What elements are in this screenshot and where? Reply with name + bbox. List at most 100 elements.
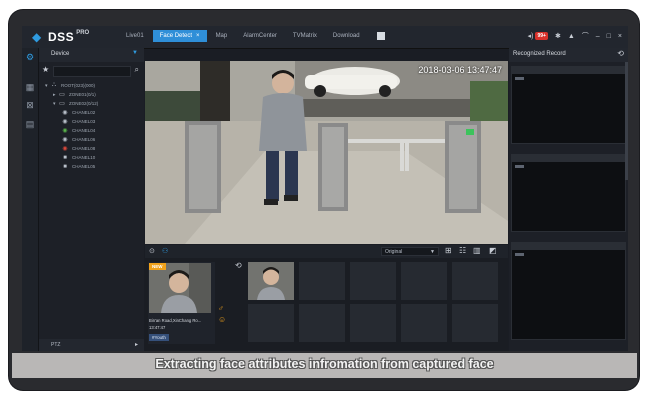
layout-columns-icon[interactable]: ▥: [473, 247, 482, 255]
device-panel-header: Device ▼: [39, 48, 144, 62]
tree-item-chanel02[interactable]: ◉ CHANEL02: [41, 108, 144, 117]
tree-item-root[interactable]: ▾ ⛬ ROOT(023)(000): [41, 81, 144, 90]
tab-face-detect[interactable]: Face Detect ×: [152, 30, 207, 42]
capture-panel: NEW Bin'an Road,XinChang Ro... 13:47:47 …: [145, 258, 508, 351]
device-panel-title: Device: [51, 51, 70, 57]
tree-item-chanel08[interactable]: ◉ CHANEL08: [41, 144, 144, 153]
edit-icon[interactable]: ◩: [489, 247, 498, 255]
close-window-icon[interactable]: ×: [618, 33, 622, 40]
network-icon[interactable]: ⌒: [582, 31, 589, 41]
minimize-icon[interactable]: –: [596, 33, 600, 40]
record-panel-title: Recognized Record: [513, 51, 566, 57]
capture-slot[interactable]: [350, 262, 396, 300]
captured-face-image: NEW: [149, 263, 211, 313]
tree-item-chanel06[interactable]: ◉ CHANEL06: [41, 135, 144, 144]
video-toolbar: ⊙ ⚇ Original ▼ ⊞ ☷ ▥ ◩: [145, 245, 508, 258]
app-edition: PRO: [76, 30, 90, 36]
chevron-down-icon[interactable]: ▼: [132, 50, 138, 56]
record-slot-marker: [515, 165, 524, 168]
record-slot-marker: [515, 253, 524, 256]
search-icon[interactable]: ⌕: [135, 65, 139, 75]
record-slot[interactable]: [511, 66, 626, 144]
tree-item-chanel03[interactable]: ◉ CHANEL03: [41, 117, 144, 126]
device-tree-icon[interactable]: ⚙: [25, 52, 35, 62]
live-video[interactable]: 2018-03-06 13:47:47: [145, 61, 508, 244]
tab-bar: Live01 Face Detect × Map AlarmCenter TVMa…: [119, 30, 385, 42]
tree-item-label: ZONE01(0/1): [69, 92, 96, 97]
add-tab-icon[interactable]: [376, 32, 385, 40]
gender-icon: ♂: [218, 304, 224, 313]
tree-item-chanel04[interactable]: ◉ CHANEL04: [41, 126, 144, 135]
folder-icon: ▭: [59, 101, 65, 107]
capture-card[interactable]: NEW Bin'an Road,XinChang Ro... 13:47:47 …: [148, 262, 215, 344]
tab-label: Face Detect: [159, 33, 193, 39]
capture-slot[interactable]: [299, 304, 345, 342]
capture-time: 13:47:47: [149, 325, 166, 330]
face-detect-icon[interactable]: ⚇: [162, 247, 168, 255]
tree-item-chanel10[interactable]: ■ CHANEL10: [41, 153, 144, 162]
capture-slot[interactable]: [401, 262, 447, 300]
left-rail: ⚙ ▦ ⊠ ▤: [22, 48, 39, 351]
capture-slot[interactable]: [350, 304, 396, 342]
camera-icon: ◉: [62, 110, 68, 116]
history-icon[interactable]: ⟲: [235, 261, 242, 270]
user-icon[interactable]: ▲: [568, 33, 575, 40]
image-icon[interactable]: ▦: [25, 82, 35, 92]
snapshot-icon[interactable]: ⊙: [149, 247, 155, 255]
tab-label: Live01: [126, 33, 144, 39]
layout-grid-icon[interactable]: ⊞: [445, 247, 454, 255]
ptz-label: PTZ: [51, 342, 61, 348]
camera-icon: ◉: [62, 119, 68, 125]
alarm-count-badge[interactable]: 99+: [535, 32, 548, 40]
close-icon[interactable]: ×: [196, 33, 200, 39]
capture-thumbnail[interactable]: [248, 262, 294, 300]
app-window: ◆ DSS PRO Live01 Face Detect × Map AlarmC…: [22, 26, 628, 351]
record-scrollbar[interactable]: [625, 62, 628, 180]
tab-live01[interactable]: Live01: [119, 30, 151, 42]
chevron-right-icon[interactable]: ▸: [135, 341, 138, 348]
capture-slot[interactable]: [452, 304, 498, 342]
tab-tv-matrix[interactable]: TVMatrix: [286, 30, 324, 42]
tree-item-zone01[interactable]: ▸ ▭ ZONE01(0/1): [41, 90, 144, 99]
recognized-record-panel: Recognized Record ⟲: [509, 48, 628, 351]
tree-item-zone02[interactable]: ▾ ▭ ZONE02(0/12): [41, 99, 144, 108]
face-search-icon[interactable]: ⊠: [25, 100, 35, 110]
refresh-icon[interactable]: ⟲: [617, 49, 624, 58]
camera-icon: ■: [63, 154, 67, 161]
record-slot-header: [512, 155, 625, 168]
maximize-icon[interactable]: □: [607, 33, 611, 40]
capture-slot[interactable]: [401, 304, 447, 342]
tree-item-chanel05[interactable]: ■ CHANEL05: [41, 162, 144, 171]
capture-location: Bin'an Road,XinChang Ro...: [149, 318, 202, 323]
tree-item-label: CHANEL02: [72, 110, 96, 115]
tab-label: Map: [215, 33, 228, 39]
capture-slot[interactable]: [248, 304, 294, 342]
record-slot[interactable]: [511, 154, 626, 232]
tab-download[interactable]: Download: [326, 30, 367, 42]
layout-list-icon[interactable]: ☷: [459, 247, 468, 255]
device-search-input[interactable]: [53, 66, 131, 77]
capture-slot[interactable]: [299, 262, 345, 300]
favorite-star-icon[interactable]: ★: [42, 66, 49, 74]
record-icon[interactable]: ▤: [25, 119, 35, 129]
video-timestamp: 2018-03-06 13:47:47: [418, 65, 502, 75]
capture-slot[interactable]: [452, 262, 498, 300]
tab-map[interactable]: Map: [209, 30, 235, 42]
chevron-down-icon: ▼: [430, 249, 435, 255]
tab-alarm-center[interactable]: AlarmCenter: [236, 30, 284, 42]
stream-select[interactable]: Original ▼: [381, 247, 439, 256]
record-panel-header: Recognized Record ⟲: [509, 48, 628, 62]
record-slot[interactable]: [511, 242, 626, 340]
device-tree: ▾ ⛬ ROOT(023)(000) ▸ ▭ ZONE01(0/1) ▾ ▭ ZONE02(…: [41, 81, 144, 171]
face-photo: [149, 263, 211, 313]
settings-icon[interactable]: ✱: [555, 32, 561, 40]
ptz-bar[interactable]: PTZ ▸: [39, 339, 144, 351]
video-scene: [145, 61, 508, 244]
volume-icon[interactable]: ◂): [528, 32, 534, 40]
org-icon: ⛬: [51, 82, 57, 88]
app-logo: ◆ DSS PRO: [32, 30, 89, 44]
face-thumb: [248, 262, 294, 300]
device-search-row: ★ ⌕: [39, 65, 144, 77]
record-slot-marker: [515, 77, 524, 80]
camera-icon: ◉: [62, 128, 68, 134]
